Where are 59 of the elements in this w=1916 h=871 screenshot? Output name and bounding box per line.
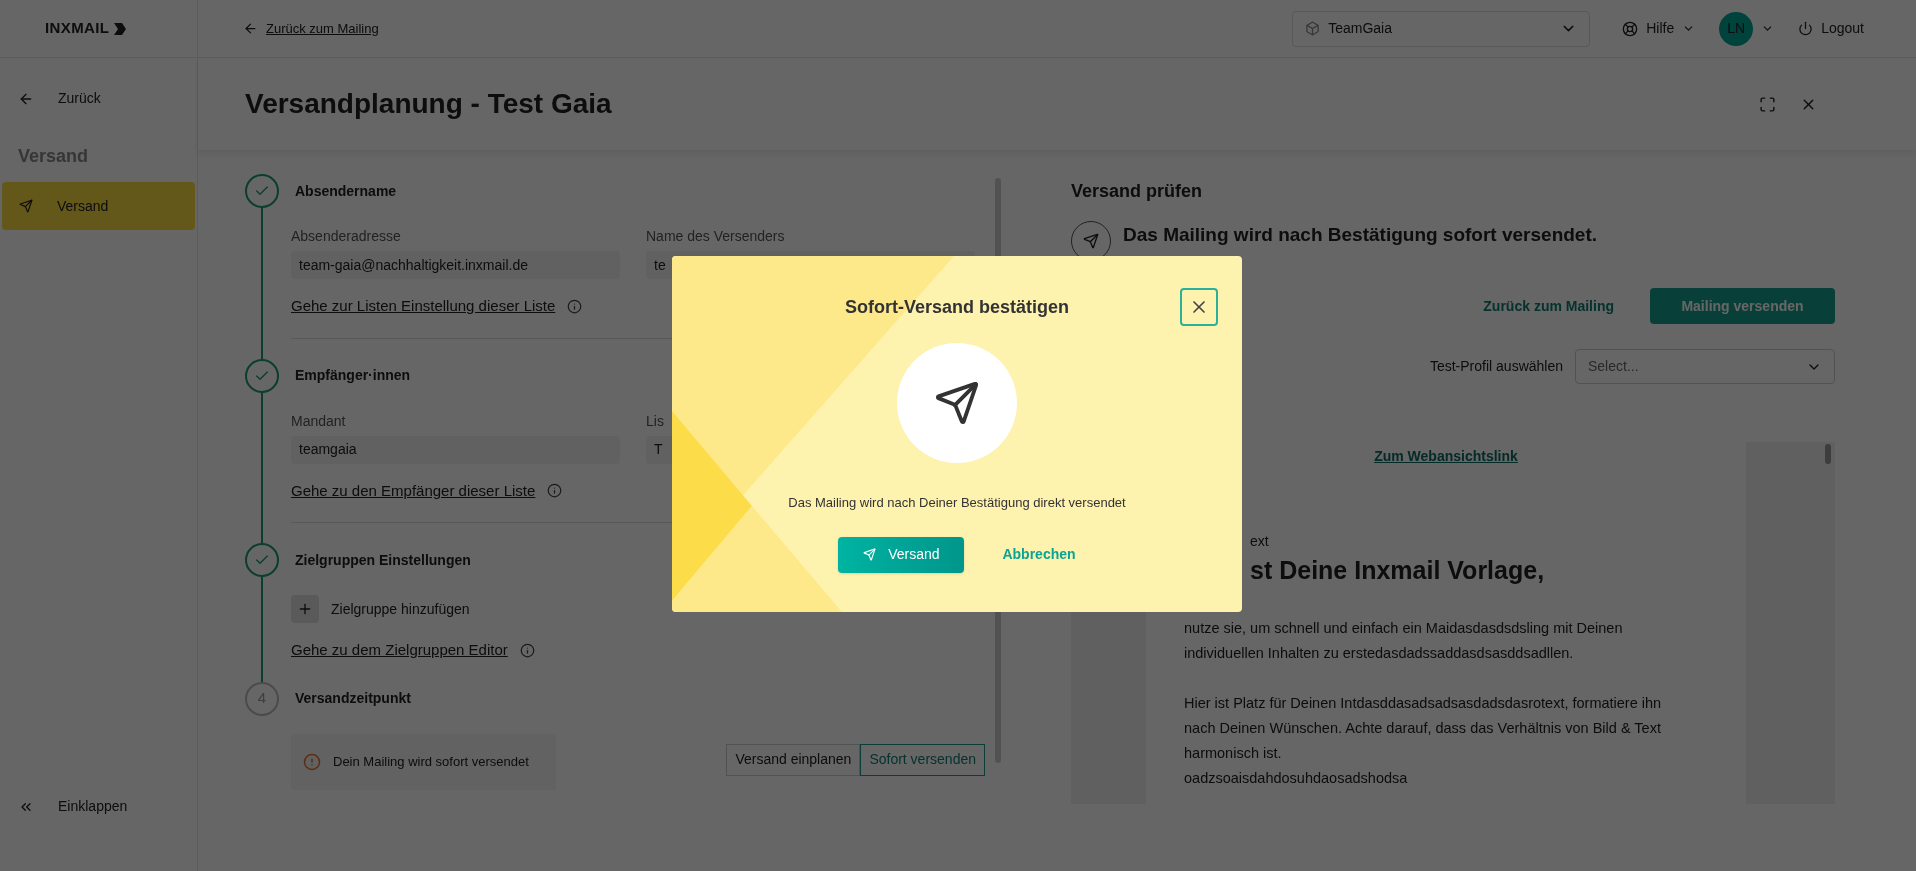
section-heading: Versand prüfen — [1071, 180, 1204, 203]
settings-link[interactable]: Gehe zur Listen Einstellung dieser Liste — [291, 295, 556, 318]
dialog-message: Das Mailing wird nach Deiner Bestätigung direkt versendet — [788, 494, 1126, 512]
logo-text: INXMAIL — [45, 18, 110, 39]
step-title: Zielgruppen Einstellungen — [295, 550, 471, 570]
add-label: Zielgruppe hinzufügen — [331, 599, 470, 619]
status-message: Das Mailing wird nach Bestätigung sofort versendet. — [1123, 223, 1598, 247]
preview-paragraph: Hier ist Platz für Deinen Intdasddasadsadsasdadsdasrotext, formatiere ihn nach Deinen Wünschen. Achte darauf, dass das Verhältnis von Bild & Text harmonisch ist. — [1184, 693, 1663, 763]
power-icon — [1798, 21, 1814, 36]
scrollbar[interactable] — [1825, 444, 1831, 464]
settings-link[interactable]: Gehe zu dem Zielgruppen Editor — [291, 639, 508, 662]
page-title: Versandplanung - Test Gaia — [245, 87, 613, 121]
field-label: Lis — [646, 411, 665, 431]
segment-button[interactable]: Sofort versenden — [860, 743, 985, 776]
warning-icon — [303, 752, 321, 771]
lifebuoy-icon — [1622, 20, 1639, 37]
segment-button[interactable]: Versand einplanen — [726, 743, 861, 776]
info-icon[interactable] — [567, 298, 583, 314]
collapse-button[interactable]: Einklappen — [0, 796, 197, 817]
settings-link[interactable]: Gehe zu den Empfänger dieser Liste — [291, 479, 536, 502]
paper-plane-icon — [1083, 233, 1099, 249]
logo-icon — [113, 21, 128, 36]
workspace-name: TeamGaia — [1328, 19, 1393, 38]
field-label: Absenderadresse — [291, 227, 402, 246]
profile-select[interactable]: Select... — [1575, 349, 1835, 384]
close-button[interactable] — [1180, 288, 1218, 326]
help-button[interactable]: Hilfe — [1622, 18, 1696, 39]
info-icon[interactable] — [519, 642, 535, 658]
confirm-button[interactable]: Versand — [838, 536, 965, 573]
info-icon[interactable] — [547, 483, 563, 499]
workspace-select[interactable]: TeamGaia — [1292, 10, 1591, 47]
preview-paragraph: nutze sie, um schnell und einfach ein Maidasdasdsdsling mit Deinen individuellen Inhalten zu erstedasdadssaddasdsasddsadllen. — [1184, 618, 1624, 663]
notice-text: Dein Mailing wird sofort versendet — [333, 753, 529, 770]
field-label: Name des Versenders — [646, 227, 786, 246]
back-link[interactable]: Zurück — [0, 88, 197, 109]
field-label: Mandant — [291, 411, 347, 431]
step-title: Empfänger·innen — [295, 366, 411, 385]
web-view-link[interactable]: Zum Webansichtslink — [1374, 446, 1518, 467]
plus-icon — [297, 601, 313, 617]
cube-icon — [1305, 21, 1321, 36]
step-title: Absendername — [295, 181, 397, 201]
cancel-button[interactable]: Abbrechen — [1002, 544, 1076, 565]
preview-heading: st Deine Inxmail Vorlage, — [1250, 555, 1545, 586]
input-field[interactable]: teamgaia — [291, 435, 620, 464]
logout-button[interactable]: Logout — [1798, 18, 1864, 39]
fullscreen-icon[interactable] — [1759, 95, 1776, 113]
back-link[interactable]: Zurück zum Mailing — [1483, 295, 1614, 317]
dialog-title: Sofort-Versand bestätigen — [844, 296, 1069, 319]
preview-paragraph: oadzsoaisdahdosuhdaosadshodsa — [1184, 768, 1408, 788]
back-link[interactable]: Zurück zum Mailing — [243, 18, 379, 39]
add-button[interactable] — [291, 595, 319, 623]
send-mailing-button[interactable]: Mailing versenden — [1650, 288, 1835, 324]
paper-plane-icon — [19, 199, 33, 213]
field-label: Test-Profil auswählen — [1429, 357, 1563, 376]
paper-plane-icon — [863, 548, 877, 561]
input-field[interactable]: team-gaia@nachhaltigkeit.inxmail.de — [291, 251, 620, 279]
preview-text: ext — [1250, 532, 1269, 551]
step-title: Versandzeitpunkt — [295, 689, 411, 708]
nav-item[interactable]: Versand — [2, 182, 195, 230]
